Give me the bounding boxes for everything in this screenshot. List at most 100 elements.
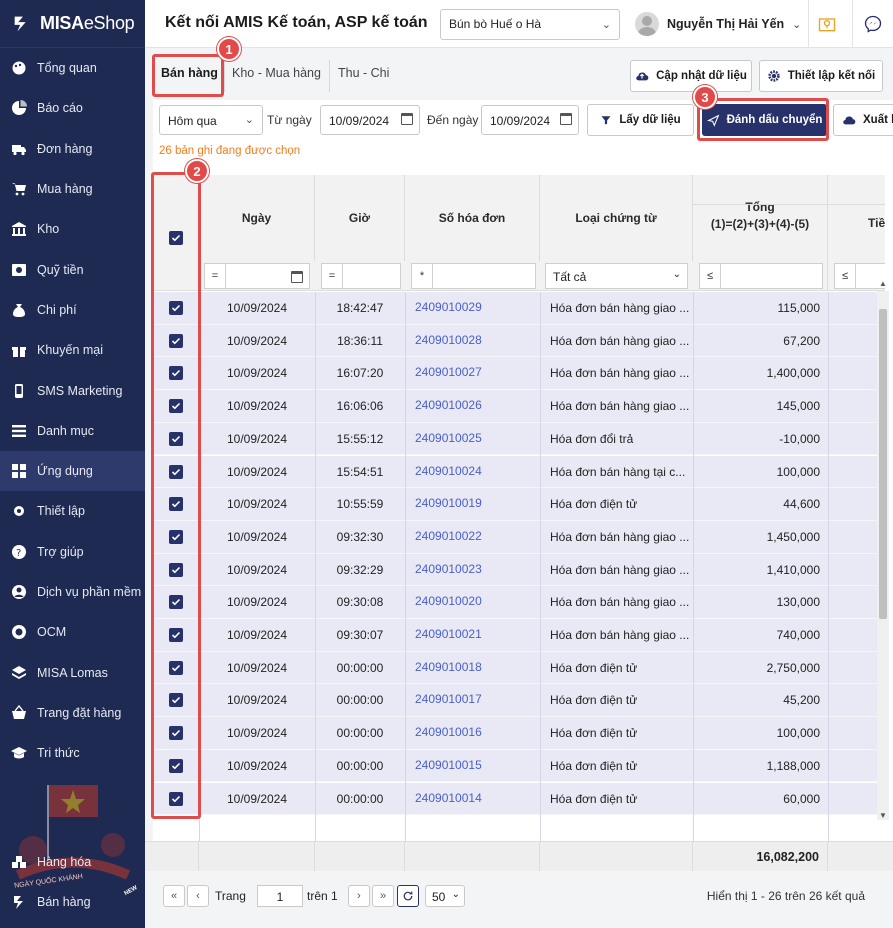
messenger-icon[interactable] [861, 12, 885, 36]
sidebar-item-thi-t-l-p[interactable]: Thiết lập [0, 491, 145, 531]
table-row[interactable]: 10/09/2024 18:42:47 2409010029 Hóa đơn bán … [153, 292, 885, 325]
cell-invoice[interactable]: 2409010024 [415, 464, 482, 478]
export-button[interactable]: Xuất k [833, 104, 893, 136]
header-date[interactable]: Ngày [199, 175, 315, 261]
row-checkbox[interactable] [169, 399, 183, 414]
row-checkbox[interactable] [169, 301, 183, 315]
vertical-scroll-thumb[interactable] [879, 309, 887, 619]
row-checkbox[interactable] [169, 562, 183, 577]
cell-invoice[interactable]: 2409010019 [415, 496, 482, 510]
table-row[interactable]: 10/09/2024 00:00:00 2409010015 Hóa đơn điện… [153, 749, 885, 783]
prev-page-button[interactable]: ‹ [187, 885, 209, 907]
type-filter-select[interactable]: Tất cả ⌄ [545, 263, 688, 289]
next-page-button[interactable]: › [348, 885, 370, 907]
table-row[interactable]: 10/09/2024 15:55:12 2409010025 Hóa đơn đổi … [153, 422, 885, 456]
cell-invoice[interactable]: 2409010023 [415, 562, 482, 576]
row-checkbox[interactable] [169, 529, 183, 544]
scroll-down-icon[interactable]: ▼ [879, 811, 887, 820]
table-row[interactable]: 10/09/2024 15:54:51 2409010024 Hóa đơn bán … [153, 455, 885, 489]
page-input[interactable]: 1 [257, 885, 303, 907]
header-time[interactable]: Giờ [315, 175, 405, 261]
table-row[interactable]: 10/09/2024 09:30:07 2409010021 Hóa đơn bán … [153, 619, 885, 652]
cell-invoice[interactable]: 2409010017 [415, 692, 482, 706]
header-invoice-number[interactable]: Số hóa đơn [405, 175, 540, 261]
filter-operator[interactable]: ≤ [834, 263, 856, 289]
first-page-button[interactable]: « [163, 885, 185, 907]
sidebar-item--n-h-ng[interactable]: Đơn hàng [0, 129, 145, 169]
sidebar-item-ban-hang[interactable]: Bán hàng NEW [0, 882, 145, 922]
tab-kho-mua-hang[interactable]: Kho - Mua hàng [232, 66, 321, 80]
calendar-icon[interactable] [291, 271, 303, 283]
cell-invoice[interactable]: 2409010026 [415, 398, 482, 412]
calendar-icon[interactable] [401, 113, 413, 125]
cell-invoice[interactable]: 2409010027 [415, 365, 482, 379]
sidebar-item-ocm[interactable]: OCM [0, 612, 145, 652]
cell-invoice[interactable]: 2409010028 [415, 333, 482, 347]
cell-invoice[interactable]: 2409010022 [415, 529, 482, 543]
header-document-type[interactable]: Loại chứng từ [540, 175, 693, 261]
row-checkbox[interactable] [169, 464, 183, 479]
sidebar-item--ng-d-ng[interactable]: Ứng dụng [0, 450, 145, 492]
sidebar-item-sms-marketing[interactable]: SMS Marketing [0, 370, 145, 410]
sidebar-item-qu-ti-n[interactable]: Quỹ tiền [0, 249, 145, 289]
row-checkbox[interactable] [169, 758, 183, 773]
table-row[interactable]: 10/09/2024 00:00:00 2409010014 Hóa đơn điện… [153, 782, 885, 816]
table-row[interactable]: 10/09/2024 09:32:29 2409010023 Hóa đơn bán … [153, 553, 885, 587]
scroll-up-icon[interactable]: ▲ [879, 279, 887, 288]
invoice-filter-input[interactable] [433, 263, 536, 289]
cell-invoice[interactable]: 2409010016 [415, 725, 482, 739]
table-row[interactable]: 10/09/2024 09:32:30 2409010022 Hóa đơn bán … [153, 520, 885, 554]
cell-invoice[interactable]: 2409010020 [415, 594, 482, 608]
row-checkbox[interactable] [169, 726, 183, 741]
table-row[interactable]: 10/09/2024 00:00:00 2409010018 Hóa đơn điện… [153, 651, 885, 685]
cell-invoice[interactable]: 2409010025 [415, 431, 482, 445]
sidebar-item-hang-hoa[interactable]: Hàng hóa [0, 842, 145, 882]
period-select[interactable]: Hôm qua ⌄ [159, 105, 263, 135]
sidebar-item-kho[interactable]: Kho [0, 209, 145, 249]
sidebar-item-trang-t-h-ng[interactable]: Trang đặt hàng [0, 693, 145, 733]
sidebar-item-b-o-c-o[interactable]: Báo cáo [0, 88, 145, 128]
header-next[interactable]: Tiề [828, 175, 885, 261]
logo[interactable]: MISAeShop [0, 0, 145, 48]
calendar-icon[interactable] [560, 113, 572, 125]
user-menu[interactable]: Nguyễn Thị Hải Yến ⌄ [635, 10, 801, 38]
sidebar-item-misa-lomas[interactable]: MISA Lomas [0, 652, 145, 692]
filter-operator[interactable]: = [321, 263, 343, 289]
from-date-input[interactable]: 10/09/2024 [320, 105, 420, 135]
table-row[interactable]: 10/09/2024 00:00:00 2409010016 Hóa đơn điện… [153, 717, 885, 750]
cell-invoice[interactable]: 2409010021 [415, 627, 482, 641]
filter-operator[interactable]: * [411, 263, 433, 289]
cell-invoice[interactable]: 2409010029 [415, 300, 482, 314]
refresh-button[interactable] [397, 885, 419, 907]
mark-transfer-button[interactable]: Đánh dấu chuyển [702, 104, 827, 136]
type-filter[interactable]: Tất cả ⌄ [545, 263, 688, 289]
row-checkbox[interactable] [169, 431, 183, 446]
tab-thu-chi[interactable]: Thu - Chi [338, 66, 389, 80]
total-filter-input[interactable] [721, 263, 823, 289]
row-checkbox[interactable] [169, 333, 183, 348]
time-filter-input[interactable] [343, 263, 401, 289]
sidebar-item-tr-gi-p[interactable]: ? Trợ giúp [0, 532, 145, 572]
sidebar-item-t-ng-quan[interactable]: Tổng quan [0, 48, 145, 88]
select-all-checkbox[interactable] [168, 231, 183, 245]
sidebar-item-d-ch-v-ph-n-m-m[interactable]: Dịch vụ phần mềm [0, 572, 145, 612]
update-data-button[interactable]: Cập nhật dữ liệu [630, 60, 752, 92]
vertical-scrollbar[interactable]: ▲ ▼ [877, 279, 889, 820]
cell-invoice[interactable]: 2409010015 [415, 758, 482, 772]
row-checkbox[interactable] [169, 660, 183, 675]
connection-settings-button[interactable]: Thiết lập kết nối [759, 60, 883, 92]
table-row[interactable]: 10/09/2024 16:06:06 2409010026 Hóa đơn bán … [153, 390, 885, 423]
sidebar-item-tri-th-c[interactable]: Tri thức [0, 733, 145, 773]
filter-operator[interactable]: = [204, 263, 226, 289]
to-date-input[interactable]: 10/09/2024 [481, 105, 579, 135]
sidebar-item-khuy-n-m-i[interactable]: Khuyến mại [0, 330, 145, 370]
table-row[interactable]: 10/09/2024 09:30:08 2409010020 Hóa đơn bán … [153, 586, 885, 619]
row-checkbox[interactable] [169, 791, 183, 806]
row-checkbox[interactable] [169, 595, 183, 610]
page-size-select[interactable]: 50 ⌄ [425, 885, 465, 907]
filter-operator[interactable]: ≤ [699, 263, 721, 289]
fetch-data-button[interactable]: Lấy dữ liệu [587, 104, 694, 136]
cell-invoice[interactable]: 2409010018 [415, 660, 482, 674]
last-page-button[interactable]: » [372, 885, 394, 907]
location-pin-icon[interactable] [815, 12, 839, 36]
